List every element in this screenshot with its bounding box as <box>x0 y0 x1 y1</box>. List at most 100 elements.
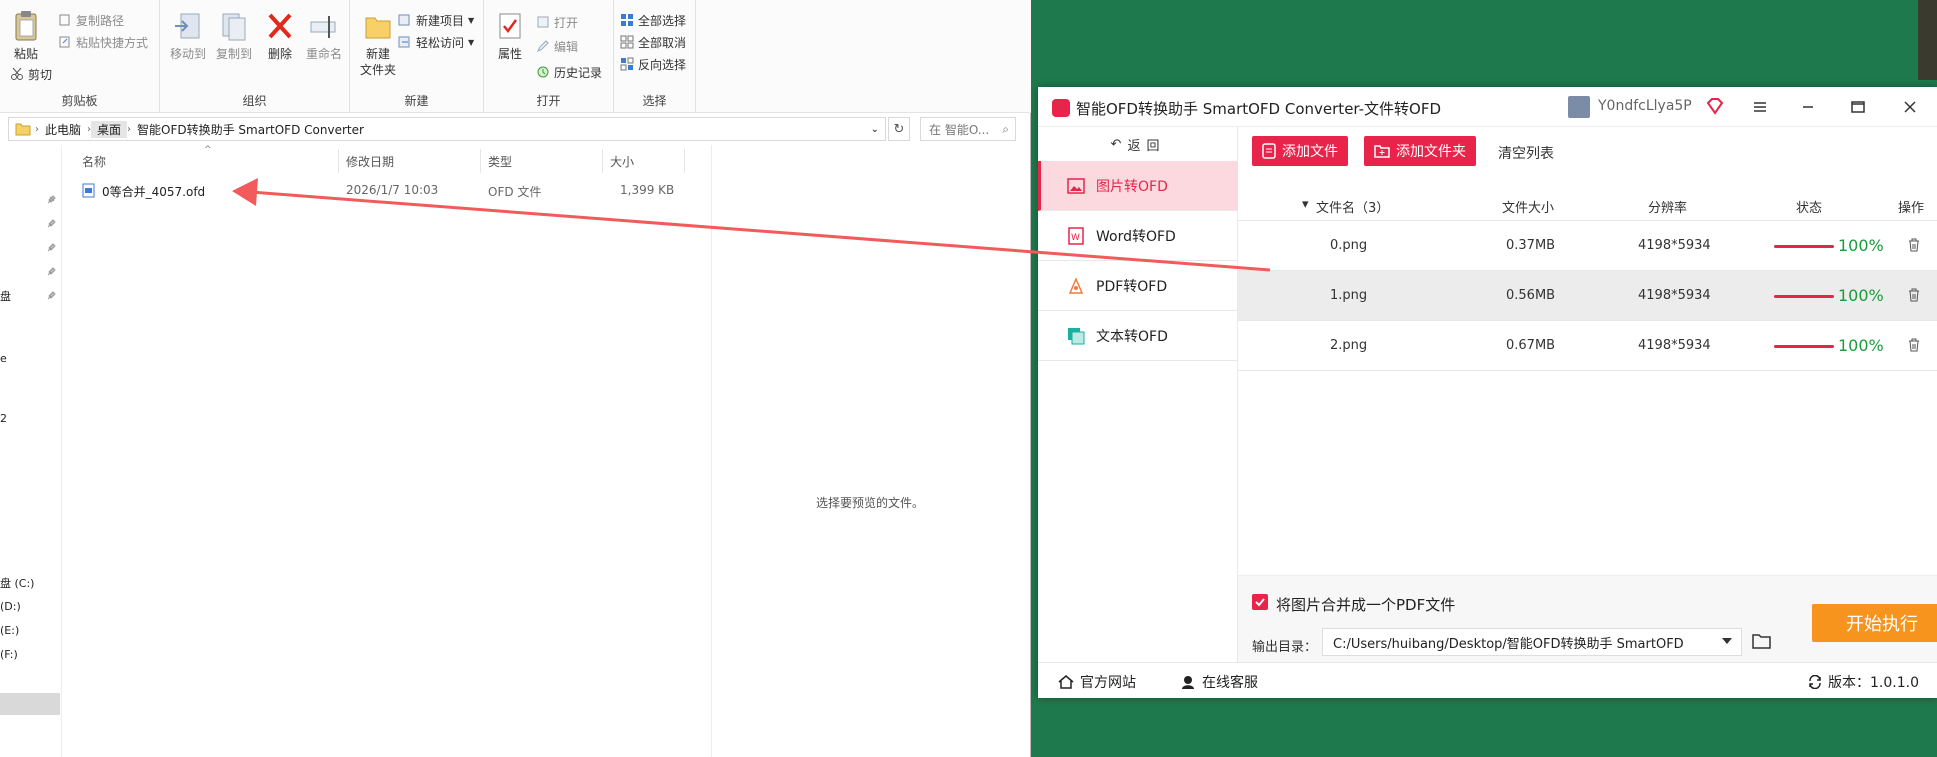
easy-access-button[interactable]: 轻松访问 ▼ <box>398 32 474 52</box>
minimize-button[interactable] <box>1796 95 1820 119</box>
table-row[interactable]: 2.png 0.67MB 4198*5934 100% <box>1238 321 1937 371</box>
checkmark-icon <box>1255 598 1265 607</box>
address-bar[interactable]: › 此电脑 › 桌面 › 智能OFD转换助手 SmartOFD Converte… <box>8 117 886 141</box>
new-folder-button[interactable]: 新建 文件夹 <box>354 10 402 78</box>
nav-drive-d[interactable]: (D:) <box>0 600 21 613</box>
nav-drive-c[interactable]: 盘 (C:) <box>0 575 34 591</box>
output-dir-select[interactable]: C:/Users/huibang/Desktop/智能OFD转换助手 Smart… <box>1322 628 1742 656</box>
new-item-button[interactable]: 新建项目 ▼ <box>398 10 474 30</box>
start-button[interactable]: 开始执行 <box>1812 604 1937 642</box>
edit-button[interactable]: 编辑 <box>536 36 578 56</box>
copy-to-label: 复制到 <box>215 47 252 61</box>
sidebar-item-text-to-ofd[interactable]: 文本转OFD <box>1038 311 1238 361</box>
breadcrumb-this-pc[interactable]: 此电脑 <box>39 121 87 138</box>
column-header-modified[interactable]: 修改日期 <box>346 153 394 170</box>
sidebar-item-word-to-ofd[interactable]: W Word转OFD <box>1038 211 1238 261</box>
clipboard-group-label: 剪贴板 <box>61 94 98 108</box>
properties-button[interactable]: 属性 <box>486 10 534 62</box>
website-link[interactable]: 官方网站 <box>1058 672 1136 692</box>
hamburger-icon <box>1754 102 1766 112</box>
paste-label: 粘贴 <box>13 47 38 61</box>
column-header-size[interactable]: 大小 <box>610 153 634 170</box>
address-dropdown-icon[interactable]: ⌄ <box>871 124 879 135</box>
new-item-label: 新建项目 <box>416 13 465 28</box>
sidebar-item-pdf-to-ofd[interactable]: PDF转OFD <box>1038 261 1238 311</box>
move-to-icon <box>175 13 200 39</box>
column-divider[interactable] <box>684 149 685 173</box>
open-group-label: 打开 <box>536 94 561 108</box>
history-button[interactable]: 历史记录 <box>536 62 602 82</box>
menu-button[interactable] <box>1748 95 1772 119</box>
sort-desc-icon[interactable]: ▾ <box>1302 197 1309 212</box>
search-icon: ⌕ <box>1002 121 1009 136</box>
nav-selected-item[interactable] <box>0 693 60 715</box>
close-button[interactable] <box>1898 95 1922 119</box>
pin-icon[interactable] <box>46 195 56 205</box>
trash-icon[interactable] <box>1906 237 1922 253</box>
move-to-button[interactable]: 移动到 <box>164 10 212 62</box>
add-folder-button[interactable]: 添加文件夹 <box>1364 136 1476 166</box>
copy-to-icon <box>222 13 246 41</box>
avatar[interactable] <box>1568 96 1590 118</box>
add-file-button[interactable]: 添加文件 <box>1252 136 1348 166</box>
select-none-button[interactable]: 全部取消 <box>620 32 686 52</box>
merge-checkbox[interactable] <box>1252 594 1268 610</box>
column-header-name[interactable]: 名称 <box>82 153 106 170</box>
chevron-down-icon[interactable] <box>1722 638 1732 644</box>
column-header-filename[interactable]: 文件名（3） <box>1316 197 1389 216</box>
close-icon <box>1904 101 1916 113</box>
paste-shortcut-button[interactable]: 粘贴快捷方式 <box>58 32 148 52</box>
trash-icon[interactable] <box>1906 287 1922 303</box>
row-filename: 1.png <box>1330 288 1368 303</box>
breadcrumb-current-folder[interactable]: 智能OFD转换助手 SmartOFD Converter <box>131 121 370 138</box>
version-info[interactable]: 版本：1.0.1.0 <box>1808 672 1919 692</box>
table-row[interactable]: 1.png 0.56MB 4198*5934 100% <box>1238 271 1937 321</box>
copy-to-button[interactable]: 复制到 <box>210 10 258 62</box>
converter-window: 智能OFD转换助手 SmartOFD Converter-文件转OFD Y0nd… <box>1038 87 1937 698</box>
merge-label[interactable]: 将图片合并成一个PDF文件 <box>1276 594 1455 615</box>
pin-icon[interactable] <box>46 267 56 277</box>
browse-folder-icon[interactable] <box>1752 632 1772 650</box>
rename-icon <box>310 16 336 38</box>
search-placeholder: 在 智能O... <box>929 122 990 137</box>
easy-access-label: 轻松访问 <box>416 35 465 50</box>
delete-button[interactable]: 删除 <box>256 10 304 62</box>
rename-button[interactable]: 重命名 <box>300 10 348 62</box>
nav-drive-e[interactable]: (E:) <box>0 624 19 637</box>
back-button[interactable]: ↶ 返回 <box>1038 127 1238 161</box>
breadcrumb-desktop[interactable]: 桌面 <box>91 120 128 138</box>
title-bar: 智能OFD转换助手 SmartOFD Converter-文件转OFD Y0nd… <box>1038 87 1937 127</box>
main-content: 添加文件 添加文件夹 清空列表 ▾ 文件名（3） 文件大小 分辨率 状态 操作 … <box>1238 127 1937 662</box>
nav-item-fragment[interactable]: e <box>0 352 7 365</box>
sidebar-item-image-to-ofd[interactable]: 图片转OFD <box>1038 161 1238 211</box>
support-link[interactable]: 在线客服 <box>1180 672 1258 692</box>
nav-drive-f[interactable]: (F:) <box>0 648 18 661</box>
maximize-button[interactable] <box>1846 95 1870 119</box>
search-input[interactable]: 在 智能O... ⌕ <box>920 117 1016 141</box>
pin-icon[interactable] <box>46 291 56 301</box>
select-all-button[interactable]: 全部选择 <box>620 10 686 30</box>
refresh-button[interactable]: ↻ <box>888 117 910 141</box>
invert-selection-button[interactable]: 反向选择 <box>620 54 686 74</box>
open-button[interactable]: 打开 <box>536 12 578 32</box>
cut-button[interactable]: 剪切 <box>10 64 52 84</box>
column-divider[interactable] <box>602 149 603 173</box>
row-filesize: 0.56MB <box>1506 288 1556 303</box>
sidebar-item-label: 图片转OFD <box>1096 178 1168 195</box>
nav-item-fragment[interactable]: 盘 <box>0 288 11 304</box>
user-name[interactable]: Y0ndfcLlya5P <box>1598 98 1692 114</box>
table-row[interactable]: 0.png 0.37MB 4198*5934 100% <box>1238 221 1937 271</box>
open-icon <box>537 16 549 28</box>
pin-icon[interactable] <box>46 243 56 253</box>
nav-item-fragment[interactable]: 2 <box>0 412 7 425</box>
column-header-type[interactable]: 类型 <box>488 153 512 170</box>
clear-list-button[interactable]: 清空列表 <box>1498 143 1554 163</box>
trash-icon[interactable] <box>1906 337 1922 353</box>
copy-path-button[interactable]: 复制路径 <box>58 10 124 30</box>
paste-button[interactable]: 粘贴 <box>2 10 50 62</box>
column-divider[interactable] <box>480 149 481 173</box>
vip-diamond-icon[interactable] <box>1706 97 1724 115</box>
column-divider[interactable] <box>338 149 339 173</box>
pin-icon[interactable] <box>46 219 56 229</box>
file-row[interactable]: 0等合并_4057.ofd 2026/1/7 10:03 OFD 文件 1,39… <box>80 181 700 201</box>
